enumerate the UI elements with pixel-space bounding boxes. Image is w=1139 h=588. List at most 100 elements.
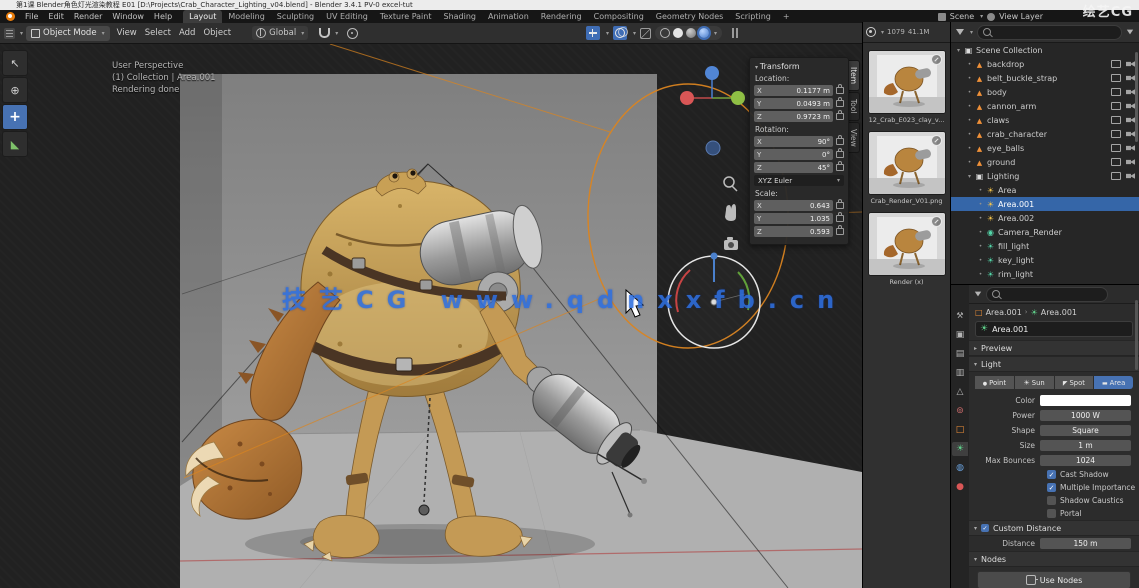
- checkbox[interactable]: ✓: [1047, 470, 1056, 479]
- rotation-mode-dropdown[interactable]: XYZ Euler▾: [754, 175, 844, 186]
- properties-tab[interactable]: [952, 442, 968, 456]
- workspace-tab[interactable]: Geometry Nodes: [650, 10, 729, 23]
- topbar-menu-item[interactable]: Window: [107, 12, 149, 21]
- visibility-icon[interactable]: [1111, 116, 1121, 124]
- outliner-row[interactable]: • crab_character: [951, 127, 1139, 141]
- disclosure-icon[interactable]: •: [976, 201, 985, 208]
- disclosure-icon[interactable]: •: [965, 75, 974, 82]
- disclosure-icon[interactable]: ▾: [954, 47, 963, 54]
- outliner-row[interactable]: • ground: [951, 155, 1139, 169]
- viewport-menu-item[interactable]: Object: [199, 28, 235, 38]
- properties-scrollbar[interactable]: [1135, 300, 1138, 370]
- outliner-row[interactable]: • rim_light: [951, 267, 1139, 281]
- workspace-tab[interactable]: Rendering: [535, 10, 588, 23]
- lock-icon[interactable]: [836, 164, 844, 171]
- outliner-row[interactable]: • Camera_Render: [951, 225, 1139, 239]
- topbar-menu-item[interactable]: Help: [149, 12, 177, 21]
- render-visibility-icon[interactable]: [1126, 103, 1135, 109]
- camera-view-icon[interactable]: [724, 237, 738, 250]
- visibility-icon[interactable]: [1111, 172, 1121, 180]
- render-visibility-icon[interactable]: [1126, 145, 1135, 151]
- blender-logo-icon[interactable]: [6, 12, 15, 21]
- render-visibility-icon[interactable]: [1126, 131, 1135, 137]
- visibility-icon[interactable]: [1111, 102, 1121, 110]
- scale-field[interactable]: X0.643: [754, 200, 833, 211]
- scale-field[interactable]: Z0.593: [754, 226, 833, 237]
- show-gizmo-button[interactable]: [586, 26, 600, 40]
- workspace-tab[interactable]: Modeling: [222, 10, 270, 23]
- disclosure-icon[interactable]: •: [965, 89, 974, 96]
- rotation-field[interactable]: Y0°: [754, 149, 833, 160]
- properties-tab[interactable]: [952, 385, 968, 399]
- property-value[interactable]: 1 m: [1040, 440, 1131, 451]
- checkbox-row[interactable]: ✓ Portal: [969, 507, 1139, 520]
- outliner-row[interactable]: • claws: [951, 113, 1139, 127]
- 3d-viewport[interactable]: User Perspective (1) Collection | Area.0…: [0, 44, 862, 588]
- checkbox[interactable]: ✓: [1047, 483, 1056, 492]
- disclosure-icon[interactable]: •: [976, 271, 985, 278]
- z-axis-ball[interactable]: [705, 66, 719, 80]
- properties-tab[interactable]: [952, 347, 968, 361]
- n-panel-tab[interactable]: Item: [848, 60, 860, 91]
- file-thumbnail[interactable]: Crab_Render_V01.png: [868, 131, 945, 205]
- viewlayer-selector[interactable]: View Layer: [999, 12, 1043, 21]
- render-visibility-icon[interactable]: [1126, 61, 1135, 67]
- proportional-editing-icon[interactable]: [347, 28, 358, 39]
- tool-button[interactable]: [2, 104, 28, 130]
- location-field[interactable]: Y0.0493 m: [754, 98, 833, 109]
- search-input[interactable]: [994, 27, 1121, 38]
- location-field[interactable]: X0.1177 m: [754, 85, 833, 96]
- checkbox-row[interactable]: ✓ Multiple Importance: [969, 481, 1139, 494]
- lock-icon[interactable]: [836, 202, 844, 209]
- datablock-name-field[interactable]: Area.001: [975, 321, 1133, 337]
- lock-icon[interactable]: [836, 100, 844, 107]
- workspace-tab[interactable]: Compositing: [588, 10, 650, 23]
- file-thumbnail[interactable]: 12_Crab_E023_clay_v...: [868, 50, 945, 124]
- tool-button[interactable]: [2, 131, 28, 157]
- render-visibility-icon[interactable]: [1126, 89, 1135, 95]
- workspace-tab[interactable]: UV Editing: [320, 10, 374, 23]
- outliner-row[interactable]: ▾ Lighting: [951, 169, 1139, 183]
- disclosure-icon[interactable]: •: [965, 159, 974, 166]
- properties-tab[interactable]: [952, 328, 968, 342]
- viewport-canvas[interactable]: [0, 44, 862, 588]
- nodes-panel-header[interactable]: ▾ Nodes: [969, 551, 1139, 567]
- outliner-row[interactable]: • Area.001: [951, 197, 1139, 211]
- disclosure-icon[interactable]: ▾: [965, 173, 974, 180]
- editor-divider-icon[interactable]: [732, 28, 738, 38]
- orientation-selector[interactable]: Global ▾: [252, 26, 308, 40]
- x-axis-ball[interactable]: [680, 91, 694, 105]
- properties-tab[interactable]: [952, 366, 968, 380]
- outliner-search[interactable]: [977, 25, 1122, 40]
- topbar-menu-item[interactable]: File: [20, 12, 43, 21]
- light-panel-header[interactable]: ▾ Light: [969, 356, 1139, 372]
- wireframe-shading-icon[interactable]: [660, 28, 670, 38]
- light-type-button[interactable]: Spot: [1055, 376, 1094, 389]
- outliner-scrollbar[interactable]: [1135, 52, 1138, 142]
- rendered-shading-icon[interactable]: [699, 28, 709, 38]
- visibility-icon[interactable]: [1111, 130, 1121, 138]
- snap-magnet-icon[interactable]: [319, 28, 330, 38]
- disclosure-icon[interactable]: •: [976, 215, 985, 222]
- custom-distance-checkbox[interactable]: ✓: [981, 524, 989, 532]
- disclosure-icon[interactable]: •: [965, 145, 974, 152]
- location-field[interactable]: Z0.9723 m: [754, 111, 833, 122]
- breadcrumb-object[interactable]: Area.001: [986, 308, 1022, 317]
- outliner-row[interactable]: • key_light: [951, 253, 1139, 267]
- visibility-icon[interactable]: [1111, 74, 1121, 82]
- viewport-menu-item[interactable]: Add: [175, 28, 199, 38]
- filter-icon[interactable]: [956, 29, 964, 35]
- filter-options-icon[interactable]: [1127, 30, 1133, 35]
- visibility-icon[interactable]: [1111, 158, 1121, 166]
- workspace-tab[interactable]: Texture Paint: [374, 10, 438, 23]
- properties-tab[interactable]: [952, 461, 968, 475]
- workspace-tab[interactable]: Shading: [437, 10, 482, 23]
- disclosure-icon[interactable]: •: [965, 61, 974, 68]
- render-visibility-icon[interactable]: [1126, 75, 1135, 81]
- zoom-icon[interactable]: [724, 177, 737, 191]
- show-overlays-button[interactable]: [613, 26, 627, 40]
- checkbox[interactable]: ✓: [1047, 496, 1056, 505]
- disclosure-icon[interactable]: •: [965, 131, 974, 138]
- properties-tab[interactable]: [952, 309, 968, 323]
- workspace-tab[interactable]: Animation: [482, 10, 535, 23]
